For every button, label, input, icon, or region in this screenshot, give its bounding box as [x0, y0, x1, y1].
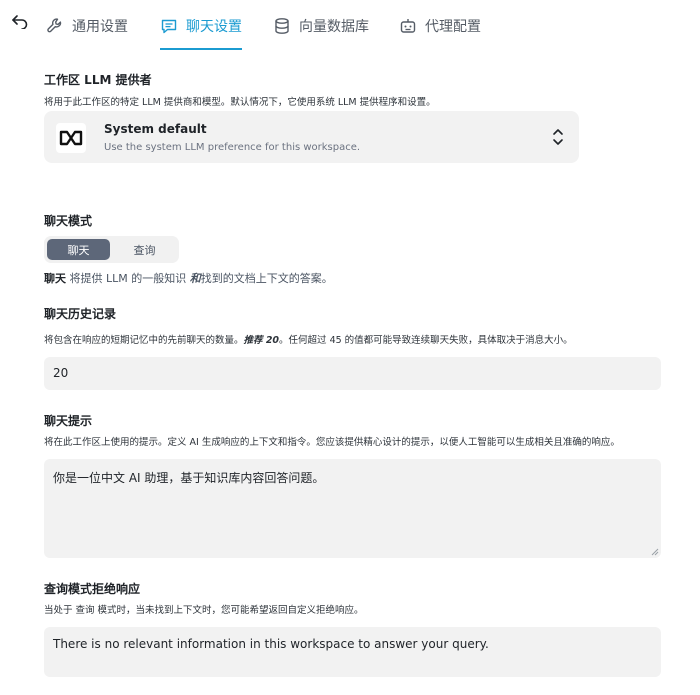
- tab-label: 代理配置: [425, 19, 481, 35]
- refusal-response-textarea[interactable]: There is no relevant information in this…: [44, 627, 661, 677]
- back-button[interactable]: [10, 12, 30, 32]
- robot-icon: [400, 19, 416, 33]
- tab-general-settings[interactable]: 通用设置: [46, 14, 128, 38]
- chat-prompt-description: 将在此工作区上使用的提示。定义 AI 生成响应的上下文和指令。您应该提供精心设计…: [44, 437, 620, 448]
- tab-label: 向量数据库: [299, 19, 369, 35]
- chat-prompt-value: 你是一位中文 AI 助理，基于知识库内容回答问题。: [53, 471, 325, 485]
- refusal-response-description: 当处于 查询 模式时，当未找到上下文时，您可能希望返回自定义拒绝响应。: [44, 605, 364, 616]
- chat-mode-description: 聊天 将提供 LLM 的一般知识 和找到的文档上下文的答案。: [44, 272, 333, 285]
- chat-history-title: 聊天历史记录: [44, 307, 117, 321]
- settings-tab-bar: 通用设置 聊天设置 向量数据库 代理配置: [0, 0, 700, 52]
- llm-logo-icon: [56, 123, 86, 153]
- llm-selected-subtitle: Use the system LLM preference for this w…: [104, 142, 361, 153]
- llm-provider-select[interactable]: System default Use the system LLM prefer…: [44, 111, 579, 163]
- tab-vector-database[interactable]: 向量数据库: [273, 14, 369, 38]
- tab-label: 聊天设置: [186, 19, 242, 35]
- tab-chat-settings[interactable]: 聊天设置: [160, 14, 242, 50]
- chat-mode-option-query[interactable]: 查询: [113, 239, 176, 260]
- tab-label: 通用设置: [72, 19, 128, 35]
- wrench-icon: [47, 18, 62, 33]
- chat-prompt-textarea[interactable]: 你是一位中文 AI 助理，基于知识库内容回答问题。: [44, 459, 661, 558]
- chevron-up-down-icon: [553, 129, 563, 145]
- llm-selected-name: System default: [104, 122, 207, 136]
- resize-grip-icon[interactable]: [651, 548, 659, 556]
- refusal-response-title: 查询模式拒绝响应: [44, 582, 141, 596]
- chat-history-description: 将包含在响应的短期记忆中的先前聊天的数量。推荐 20。任何超过 45 的值都可能…: [44, 335, 573, 346]
- llm-provider-description: 将用于此工作区的特定 LLM 提供商和模型。默认情况下，它使用系统 LLM 提供…: [44, 97, 436, 108]
- chat-history-input[interactable]: 20: [44, 357, 661, 390]
- chat-icon: [161, 19, 177, 34]
- chat-prompt-title: 聊天提示: [44, 414, 93, 428]
- database-icon: [275, 18, 289, 34]
- tab-agent-config[interactable]: 代理配置: [399, 14, 481, 38]
- chat-mode-title: 聊天模式: [44, 214, 93, 228]
- chat-mode-toggle: 聊天 查询: [44, 236, 179, 263]
- undo-arrow-icon: [12, 15, 28, 29]
- llm-provider-title: 工作区 LLM 提供者: [44, 73, 152, 87]
- chat-mode-option-chat[interactable]: 聊天: [47, 239, 110, 260]
